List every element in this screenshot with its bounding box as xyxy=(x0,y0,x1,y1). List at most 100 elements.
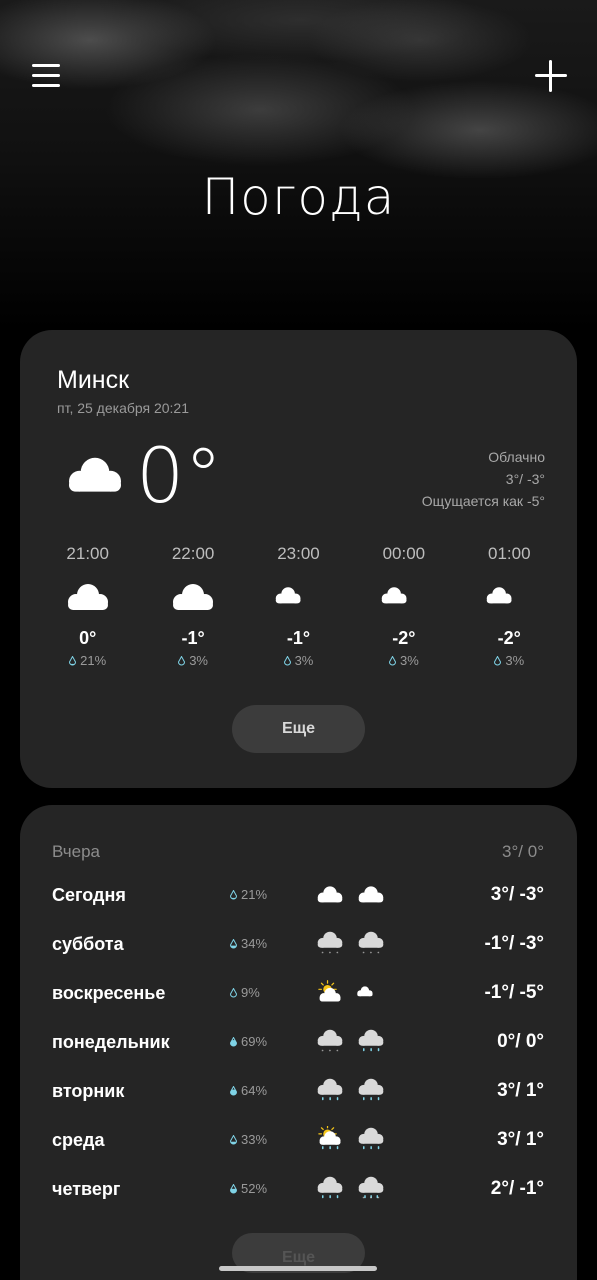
svg-text:*: * xyxy=(336,1049,339,1055)
cloudy-icon xyxy=(62,576,114,620)
day-name: Сегодня xyxy=(52,885,126,905)
hour-temp: -2° xyxy=(392,628,416,648)
feels-like: Ощущается как -5° xyxy=(421,493,545,509)
hour-precip: 3% xyxy=(140,653,245,668)
svg-text:*: * xyxy=(329,951,332,957)
day-row[interactable]: вторник 64% 3°/ 1° xyxy=(52,1077,544,1107)
yesterday-temps: 3°/ 0° xyxy=(502,842,544,861)
home-indicator[interactable] xyxy=(219,1266,377,1271)
drop-icon xyxy=(388,654,396,666)
rain-cloud-icon xyxy=(355,1077,387,1105)
day-temps: 3°/ 1° xyxy=(497,1080,544,1101)
cloudy-icon xyxy=(355,881,387,909)
day-name: четверг xyxy=(52,1179,121,1199)
sun-rain-cloud-icon xyxy=(314,1124,346,1154)
day-precip: 69% xyxy=(229,1034,267,1049)
plus-icon[interactable] xyxy=(535,60,567,92)
hour-time: 22:00 xyxy=(171,544,215,563)
yesterday-row: Вчера 3°/ 0° xyxy=(52,842,544,862)
day-name: суббота xyxy=(52,934,124,954)
current-temperature: 0° xyxy=(136,431,223,520)
svg-text:*: * xyxy=(329,1049,332,1055)
yesterday-label: Вчера xyxy=(52,842,100,861)
hour-time: 01:00 xyxy=(487,544,531,563)
day-row[interactable]: четверг 52% * * * 2°/ -1° xyxy=(52,1175,544,1205)
rain-cloud-icon xyxy=(314,1077,346,1105)
page-title: Погода xyxy=(201,168,396,226)
sun-cloud-icon xyxy=(314,979,346,1007)
condition-block: Облачно 3°/ -3° Ощущается как -5° xyxy=(422,446,545,512)
hourly-item: 00:00 -2° 3% xyxy=(351,544,456,668)
rain-cloud-icon xyxy=(355,1126,387,1154)
moon-cloud-icon xyxy=(355,979,387,1007)
day-name: воскресенье xyxy=(52,983,166,1003)
drop-icon xyxy=(229,1035,238,1047)
day-name: среда xyxy=(52,1130,105,1150)
day-row[interactable]: Сегодня 21% 3°/ -3° xyxy=(52,881,544,911)
day-temps: 3°/ -3° xyxy=(490,884,544,905)
snow-cloud-icon: * * * xyxy=(355,930,387,958)
hourly-forecast[interactable]: 21:00 0° 21% 22:00 -1° 3% 23:00 -1° 3% 0… xyxy=(35,544,562,668)
hour-temp: 0° xyxy=(79,628,97,648)
drop-icon xyxy=(494,654,502,666)
cloudy-icon xyxy=(167,576,219,620)
hour-temp: -2° xyxy=(497,628,521,648)
day-temps: 3°/ 1° xyxy=(497,1129,544,1150)
svg-text:*: * xyxy=(377,951,380,957)
current-datetime: пт, 25 декабря 20:21 xyxy=(57,400,190,416)
day-temps: -1°/ -5° xyxy=(484,982,544,1003)
day-precip: 9% xyxy=(229,985,260,1000)
drop-icon xyxy=(178,654,186,666)
sleet-cloud-icon: * * * xyxy=(355,1175,387,1203)
snow-cloud-icon: * * * xyxy=(314,1028,346,1056)
day-name: вторник xyxy=(52,1081,125,1101)
hourly-item: 21:00 0° 21% xyxy=(35,544,140,668)
hour-precip: 21% xyxy=(35,653,140,668)
rain-cloud-icon xyxy=(314,1175,346,1203)
svg-text:*: * xyxy=(370,951,373,957)
svg-text:*: * xyxy=(322,1049,325,1055)
snow-cloud-icon: * * * xyxy=(314,930,346,958)
moon-cloud-icon xyxy=(483,576,535,620)
drop-icon xyxy=(229,1133,238,1145)
day-row[interactable]: среда 33% 3°/ 1° xyxy=(52,1124,544,1156)
hour-time: 23:00 xyxy=(277,544,320,563)
day-precip: 21% xyxy=(229,887,267,902)
day-temps: 2°/ -1° xyxy=(490,1178,544,1199)
hour-precip: 3% xyxy=(246,653,351,668)
cloudy-sky-background xyxy=(0,0,597,330)
rain-cloud-icon xyxy=(355,1028,387,1056)
day-precip: 52% xyxy=(229,1181,267,1196)
daily-forecast-card[interactable]: Вчера 3°/ 0° Сегодня 21% 3°/ -3° суббота… xyxy=(20,805,577,1280)
hour-temp: -1° xyxy=(286,628,311,648)
current-weather-card[interactable]: Минск пт, 25 декабря 20:21 0° Облачно 3°… xyxy=(20,330,577,788)
day-precip: 33% xyxy=(229,1132,267,1147)
day-row[interactable]: понедельник 69% * * * 0°/ 0° xyxy=(52,1028,544,1058)
hour-time: 00:00 xyxy=(382,544,426,563)
moon-cloud-icon xyxy=(272,576,324,620)
cloudy-icon xyxy=(314,881,346,909)
drop-icon xyxy=(229,1182,238,1194)
hour-time: 21:00 xyxy=(66,544,109,563)
hourly-item: 22:00 -1° 3% xyxy=(140,544,245,668)
drop-icon xyxy=(229,986,238,998)
drop-icon xyxy=(229,937,238,949)
svg-text:*: * xyxy=(370,1196,373,1202)
moon-cloud-icon xyxy=(378,576,430,620)
cloudy-icon xyxy=(56,450,134,502)
more-hourly-button[interactable]: Еще xyxy=(232,705,365,753)
high-low-temp: 3°/ -3° xyxy=(505,471,545,487)
svg-text:*: * xyxy=(322,951,325,957)
day-row[interactable]: воскресенье 9% -1°/ -5° xyxy=(52,979,544,1009)
svg-text:*: * xyxy=(363,951,366,957)
hour-precip: 3% xyxy=(351,653,456,668)
hourly-item: 23:00 -1° 3% xyxy=(246,544,351,668)
drop-icon xyxy=(229,888,238,900)
day-temps: -1°/ -3° xyxy=(484,933,544,954)
day-row[interactable]: суббота 34% * * * * * * -1°/ -3° xyxy=(52,930,544,960)
svg-text:*: * xyxy=(377,1196,380,1202)
day-precip: 64% xyxy=(229,1083,267,1098)
city-name: Минск xyxy=(57,366,130,394)
day-temps: 0°/ 0° xyxy=(497,1031,544,1052)
hamburger-menu-icon[interactable] xyxy=(32,64,60,90)
